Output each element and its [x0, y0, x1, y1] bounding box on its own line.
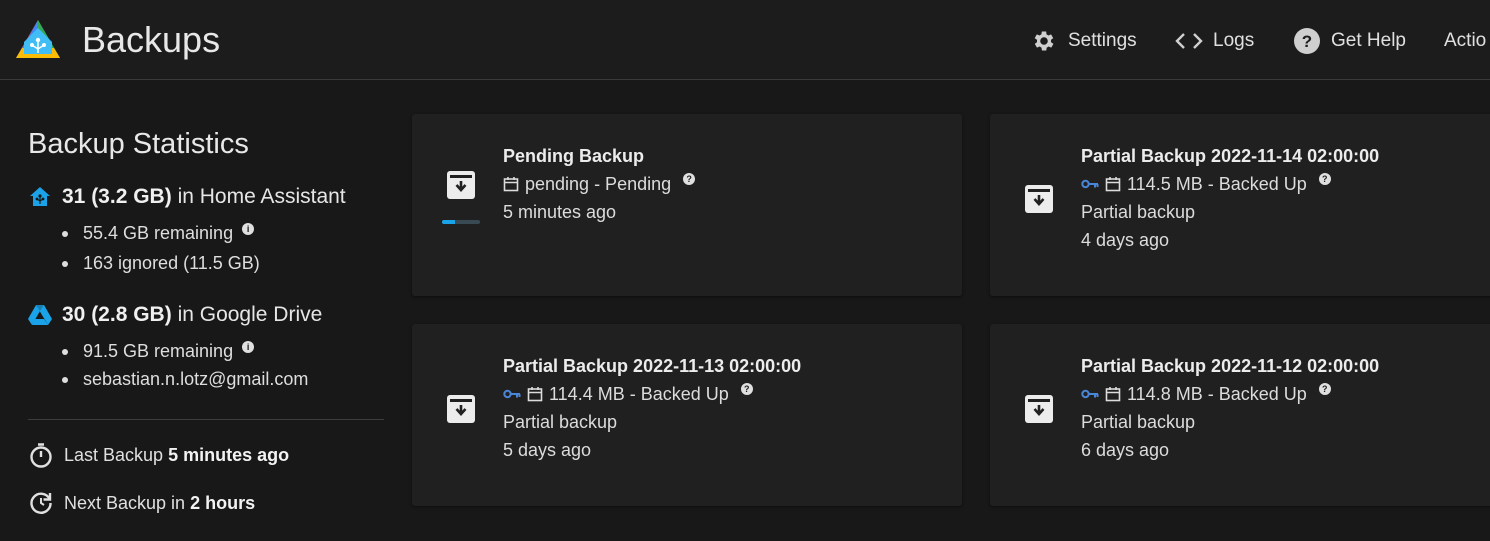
stats-title: Backup Statistics: [28, 128, 249, 160]
google-drive-account: sebastian.n.lotz@gmail.com: [62, 369, 308, 390]
refresh-clock-icon: [30, 492, 52, 514]
help-label: Get Help: [1331, 30, 1406, 51]
timer-icon: [30, 443, 52, 468]
archive-download-icon[interactable]: [446, 170, 476, 200]
backup-type: Partial backup: [503, 411, 618, 432]
backup-card[interactable]: Pending Backup pending - Pending? 5 minu…: [412, 114, 962, 296]
google-drive-location: in Google Drive: [177, 303, 323, 326]
google-drive-icon: [28, 305, 52, 325]
calendar-icon: [1105, 177, 1121, 192]
help-icon[interactable]: ?: [1318, 383, 1331, 395]
backup-type: Partial backup: [1081, 201, 1196, 222]
home-assistant-count: 31 (3.2 GB): [62, 185, 172, 208]
google-drive-remaining: 91.5 GB remaining i: [62, 340, 255, 362]
get-help-button[interactable]: ? Get Help: [1293, 24, 1406, 58]
home-assistant-logo: [16, 20, 60, 58]
svg-text:?: ?: [1302, 32, 1312, 51]
home-assistant-stat: 31 (3.2 GB) in Home Assistant: [28, 185, 346, 209]
settings-label: Settings: [1068, 30, 1137, 51]
home-assistant-ignored: 163 ignored (11.5 GB): [62, 253, 260, 274]
backup-card[interactable]: Partial Backup 2022-11-14 02:00:00 114.5…: [990, 114, 1490, 296]
next-backup: Next Backup in 2 hours: [28, 490, 255, 516]
backup-type: Partial backup: [1081, 411, 1196, 432]
help-icon[interactable]: ?: [683, 173, 696, 185]
backup-status: 114.8 MB - Backed Up?: [1081, 383, 1490, 405]
backup-title: Partial Backup 2022-11-12 02:00:00: [1081, 356, 1380, 376]
backup-status: pending - Pending?: [503, 173, 943, 195]
info-icon[interactable]: i: [242, 340, 255, 353]
info-icon[interactable]: i: [242, 222, 255, 235]
key-icon: [1081, 389, 1099, 399]
actions-menu[interactable]: Actio: [1444, 24, 1486, 58]
settings-button[interactable]: Settings: [1030, 24, 1137, 58]
logs-label: Logs: [1213, 30, 1255, 51]
help-icon[interactable]: ?: [1318, 173, 1331, 185]
actions-label: Actio: [1444, 30, 1487, 51]
key-icon: [1081, 179, 1099, 189]
home-assistant-location: in Home Assistant: [177, 185, 346, 208]
last-backup: Last Backup 5 minutes ago: [28, 442, 289, 468]
archive-download-icon[interactable]: [1024, 394, 1054, 424]
calendar-icon: [527, 387, 543, 402]
home-assistant-icon: [30, 187, 50, 206]
backup-date: 6 days ago: [1081, 439, 1170, 460]
gear-icon: [1030, 27, 1058, 55]
calendar-icon: [503, 177, 519, 192]
google-drive-stat: 30 (2.8 GB) in Google Drive: [28, 303, 322, 327]
backup-date: 5 days ago: [503, 439, 592, 460]
backup-statistics: Backup Statistics 31 (3.2 GB) in Home As…: [28, 128, 388, 514]
logs-button[interactable]: Logs: [1175, 24, 1254, 58]
archive-download-icon[interactable]: [446, 394, 476, 424]
archive-download-icon[interactable]: [1024, 184, 1054, 214]
backup-date: 4 days ago: [1081, 229, 1170, 250]
google-drive-count: 30 (2.8 GB): [62, 303, 172, 326]
calendar-icon: [1105, 387, 1121, 402]
key-icon: [503, 389, 521, 399]
backup-status: 114.5 MB - Backed Up?: [1081, 173, 1490, 195]
backup-date: 5 minutes ago: [503, 201, 617, 222]
divider: [28, 419, 384, 420]
backup-title: Pending Backup: [503, 146, 645, 166]
backup-card[interactable]: Partial Backup 2022-11-13 02:00:00 114.4…: [412, 324, 962, 506]
help-icon[interactable]: ?: [740, 383, 753, 395]
app-header: Backups Settings Logs ? Get Help Actio: [0, 0, 1490, 80]
backup-card[interactable]: Partial Backup 2022-11-12 02:00:00 114.8…: [990, 324, 1490, 506]
home-assistant-remaining: 55.4 GB remaining i: [62, 222, 255, 244]
page-title: Backups: [82, 19, 221, 60]
help-icon: ?: [1293, 27, 1321, 55]
code-icon: [1175, 27, 1203, 55]
backup-progress-bar: [442, 220, 480, 224]
backup-title: Partial Backup 2022-11-13 02:00:00: [503, 356, 802, 376]
backup-status: 114.4 MB - Backed Up?: [503, 383, 943, 405]
backup-title: Partial Backup 2022-11-14 02:00:00: [1081, 146, 1380, 166]
